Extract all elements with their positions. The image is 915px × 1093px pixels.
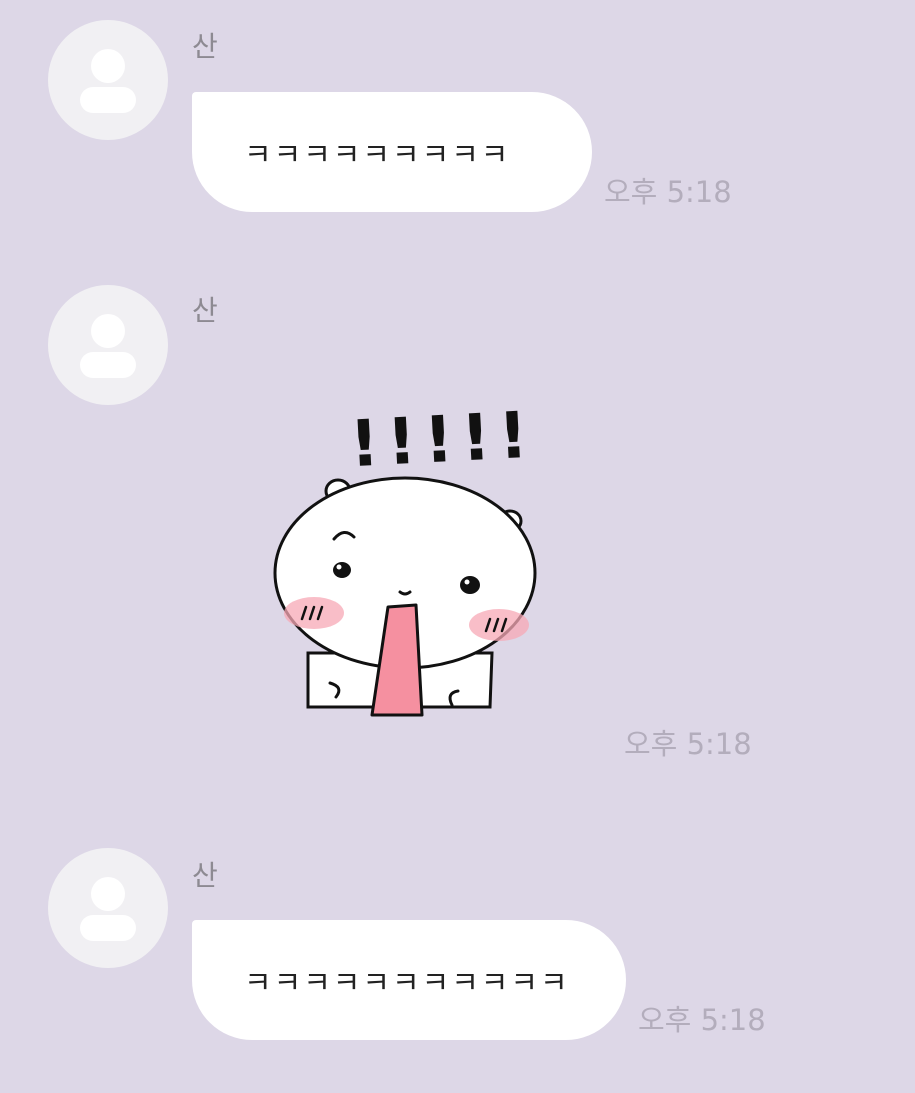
avatar[interactable]	[48, 848, 168, 968]
avatar[interactable]	[48, 20, 168, 140]
default-profile-icon	[80, 314, 136, 378]
message-bubble[interactable]: ㅋㅋㅋㅋㅋㅋㅋㅋㅋㅋㅋ	[192, 920, 626, 1040]
message-time: 오후 5:18	[638, 1003, 766, 1037]
sender-name: 산	[192, 294, 218, 327]
sender-name: 산	[192, 859, 218, 892]
default-profile-icon	[80, 49, 136, 113]
message-text: ㅋㅋㅋㅋㅋㅋㅋㅋㅋㅋㅋ	[244, 966, 570, 1001]
message-bubble[interactable]: ㅋㅋㅋㅋㅋㅋㅋㅋㅋ	[192, 92, 592, 212]
avatar[interactable]	[48, 285, 168, 405]
sticker-text: !!!!!	[348, 399, 538, 483]
sender-name: 산	[192, 30, 218, 63]
message-time: 오후 5:18	[624, 727, 752, 761]
message-time: 오후 5:18	[604, 175, 732, 209]
default-profile-icon	[80, 877, 136, 941]
message-text: ㅋㅋㅋㅋㅋㅋㅋㅋㅋ	[244, 138, 511, 173]
hamster-sticker[interactable]: !!!!!	[262, 395, 552, 725]
